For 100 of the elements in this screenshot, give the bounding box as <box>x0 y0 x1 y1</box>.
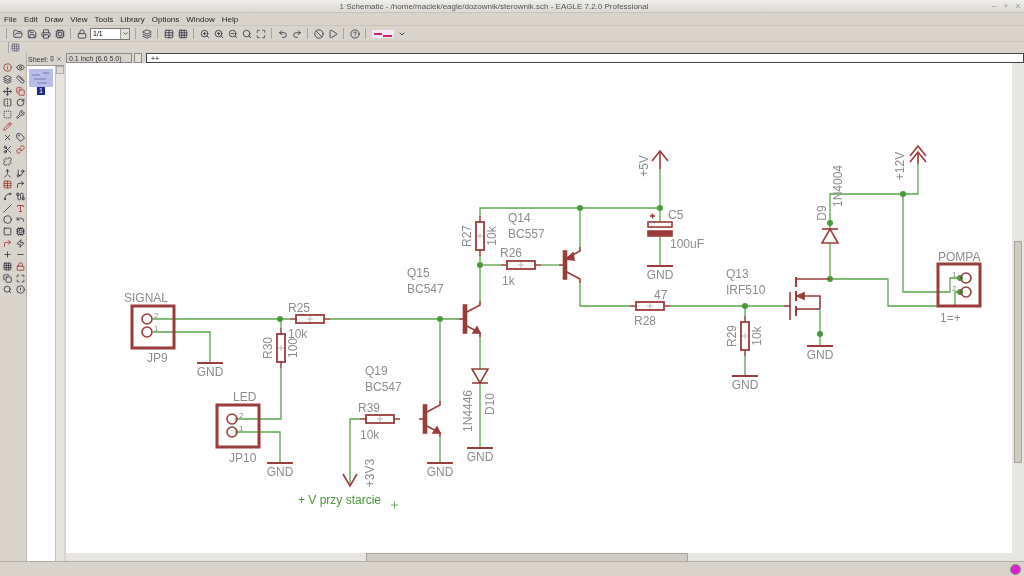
dropdown-button[interactable] <box>120 28 129 39</box>
move-icon[interactable] <box>2 86 12 96</box>
grid-icon[interactable] <box>163 28 174 39</box>
wire <box>349 418 361 487</box>
diode-symbol <box>470 368 490 385</box>
pin-number: 2 <box>952 284 957 293</box>
zoom-in-icon[interactable] <box>213 28 224 39</box>
pin-number: 1 <box>154 324 159 333</box>
connector-label: SIGNAL <box>124 291 168 305</box>
go-icon[interactable] <box>327 28 338 39</box>
close-icon[interactable] <box>56 56 63 62</box>
zoom-fit-icon[interactable] <box>199 28 210 39</box>
ruler-icon[interactable] <box>15 75 25 85</box>
menu-item[interactable]: Edit <box>23 14 38 24</box>
supply-arrow <box>909 144 927 165</box>
menu-item[interactable]: Library <box>120 14 145 24</box>
search-icon[interactable] <box>2 285 12 295</box>
part-value: 1N4004 <box>831 165 845 207</box>
wire <box>744 355 746 377</box>
arc-icon[interactable] <box>15 215 25 225</box>
menu-item[interactable]: Window <box>186 14 215 24</box>
zoom-select-icon[interactable] <box>241 28 252 39</box>
zoom-out-icon[interactable] <box>227 28 238 39</box>
pin-number: 1 <box>239 424 244 433</box>
scrollbar-thumb[interactable] <box>366 553 688 562</box>
junction-dot <box>957 289 963 295</box>
part-value: 1k <box>502 274 515 288</box>
part-name: R25 <box>288 301 310 315</box>
save-icon[interactable] <box>26 28 37 39</box>
part-name: D10 <box>483 393 497 415</box>
junction-dot <box>742 303 748 309</box>
lock-icon[interactable] <box>76 28 87 39</box>
warning-icon[interactable] <box>15 285 25 295</box>
junction-dot <box>477 262 483 268</box>
resistor-symbol <box>500 260 542 270</box>
junction-dot <box>827 220 833 226</box>
part-name: JP10 <box>229 451 257 465</box>
menu-item[interactable]: File <box>4 14 17 24</box>
circle-icon[interactable] <box>2 215 12 225</box>
part-name: C5 <box>668 208 684 222</box>
junction-dot <box>900 191 906 197</box>
toggle-button[interactable] <box>134 53 142 63</box>
part-value: 10k <box>360 428 380 442</box>
part-name: Q14 <box>508 211 531 225</box>
part-value: IRF510 <box>726 283 766 297</box>
bend-icon[interactable] <box>2 191 12 201</box>
rotate-icon[interactable] <box>15 98 25 108</box>
supply-arrow <box>651 149 669 170</box>
open-icon[interactable] <box>12 28 23 39</box>
menu-item[interactable]: Options <box>151 14 180 24</box>
undo-icon[interactable] <box>277 28 288 39</box>
part-value: BC557 <box>508 227 545 241</box>
ground-label: GND <box>196 365 224 379</box>
part-value: 10k <box>750 326 764 346</box>
resistor-symbol <box>359 414 401 424</box>
origin-cross-icon <box>390 501 399 509</box>
text-icon[interactable] <box>15 203 25 213</box>
scrollbar-thumb[interactable] <box>1014 241 1022 463</box>
mirror-icon[interactable] <box>2 98 12 108</box>
eye-icon[interactable] <box>15 63 25 73</box>
tag-icon[interactable] <box>15 133 25 143</box>
sheet-thumbnail[interactable] <box>29 69 53 87</box>
line-icon[interactable] <box>2 203 12 213</box>
rectangle-icon[interactable] <box>2 226 12 236</box>
part-name: R29 <box>725 325 739 347</box>
junction-icon[interactable] <box>2 250 12 260</box>
junction-dot <box>817 331 823 337</box>
wrench-icon[interactable] <box>15 110 25 120</box>
junction-dot <box>277 316 283 322</box>
connector-symbol <box>936 262 982 308</box>
part-value: BC547 <box>365 380 402 394</box>
part-name: Q19 <box>365 364 388 378</box>
menu-item[interactable]: View <box>70 14 88 24</box>
menu-item[interactable]: Tools <box>94 14 114 24</box>
supply-label: +3V3 <box>363 458 377 488</box>
supply-label: +12V <box>893 151 907 181</box>
junction-dot <box>827 276 833 282</box>
ground-label: GND <box>466 450 494 464</box>
frame-icon[interactable] <box>2 262 12 272</box>
info-icon[interactable] <box>2 63 12 73</box>
branch-icon[interactable] <box>15 168 25 178</box>
window-title: 1 Schematic - /home/maciek/eagle/dozownik/sterownik.sch - EAGLE 7.2.0 Professional <box>338 1 650 11</box>
pin-number: 2 <box>154 311 159 320</box>
menu-item[interactable]: Draw <box>44 14 64 24</box>
menu-item[interactable]: Help <box>221 14 239 24</box>
redo-icon[interactable] <box>291 28 302 39</box>
wire <box>659 235 661 267</box>
grid-icon[interactable] <box>11 43 20 52</box>
wire <box>479 336 481 370</box>
delete-icon[interactable] <box>2 133 12 143</box>
print-icon[interactable] <box>40 28 51 39</box>
part-name: R30 <box>261 337 275 359</box>
merge-icon[interactable] <box>2 168 12 178</box>
pencil-icon[interactable] <box>2 121 12 131</box>
split-icon[interactable] <box>2 145 12 155</box>
help-icon[interactable] <box>349 28 360 39</box>
group-icon[interactable] <box>2 110 12 120</box>
corner-icon[interactable] <box>15 180 25 190</box>
logo-icon[interactable] <box>371 28 395 39</box>
stop-icon[interactable] <box>313 28 324 39</box>
